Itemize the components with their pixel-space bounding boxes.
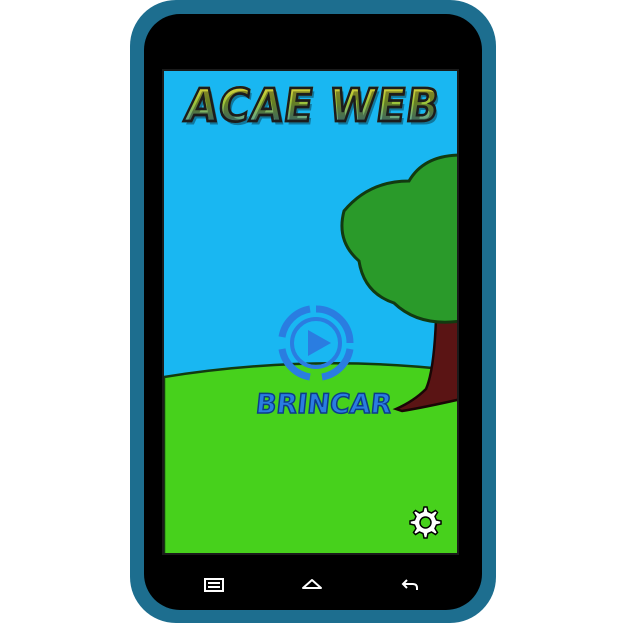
play-button[interactable] [276,303,356,383]
play-circle-icon [278,305,354,381]
recent-apps-button[interactable] [202,572,226,596]
home-icon [302,579,322,589]
android-nav-bar [162,566,459,602]
back-button[interactable] [398,572,422,596]
recent-apps-icon [204,578,224,592]
home-button[interactable] [300,572,324,596]
game-title: ACAE WEB [164,78,457,134]
game-screen: ACAE WEB BRINCAR [162,69,459,555]
back-icon [401,579,418,590]
phone-mockup: ACAE WEB BRINCAR [0,0,626,626]
play-label[interactable]: BRINCAR [254,388,394,421]
gear-icon [409,506,442,539]
settings-button[interactable] [406,504,442,540]
